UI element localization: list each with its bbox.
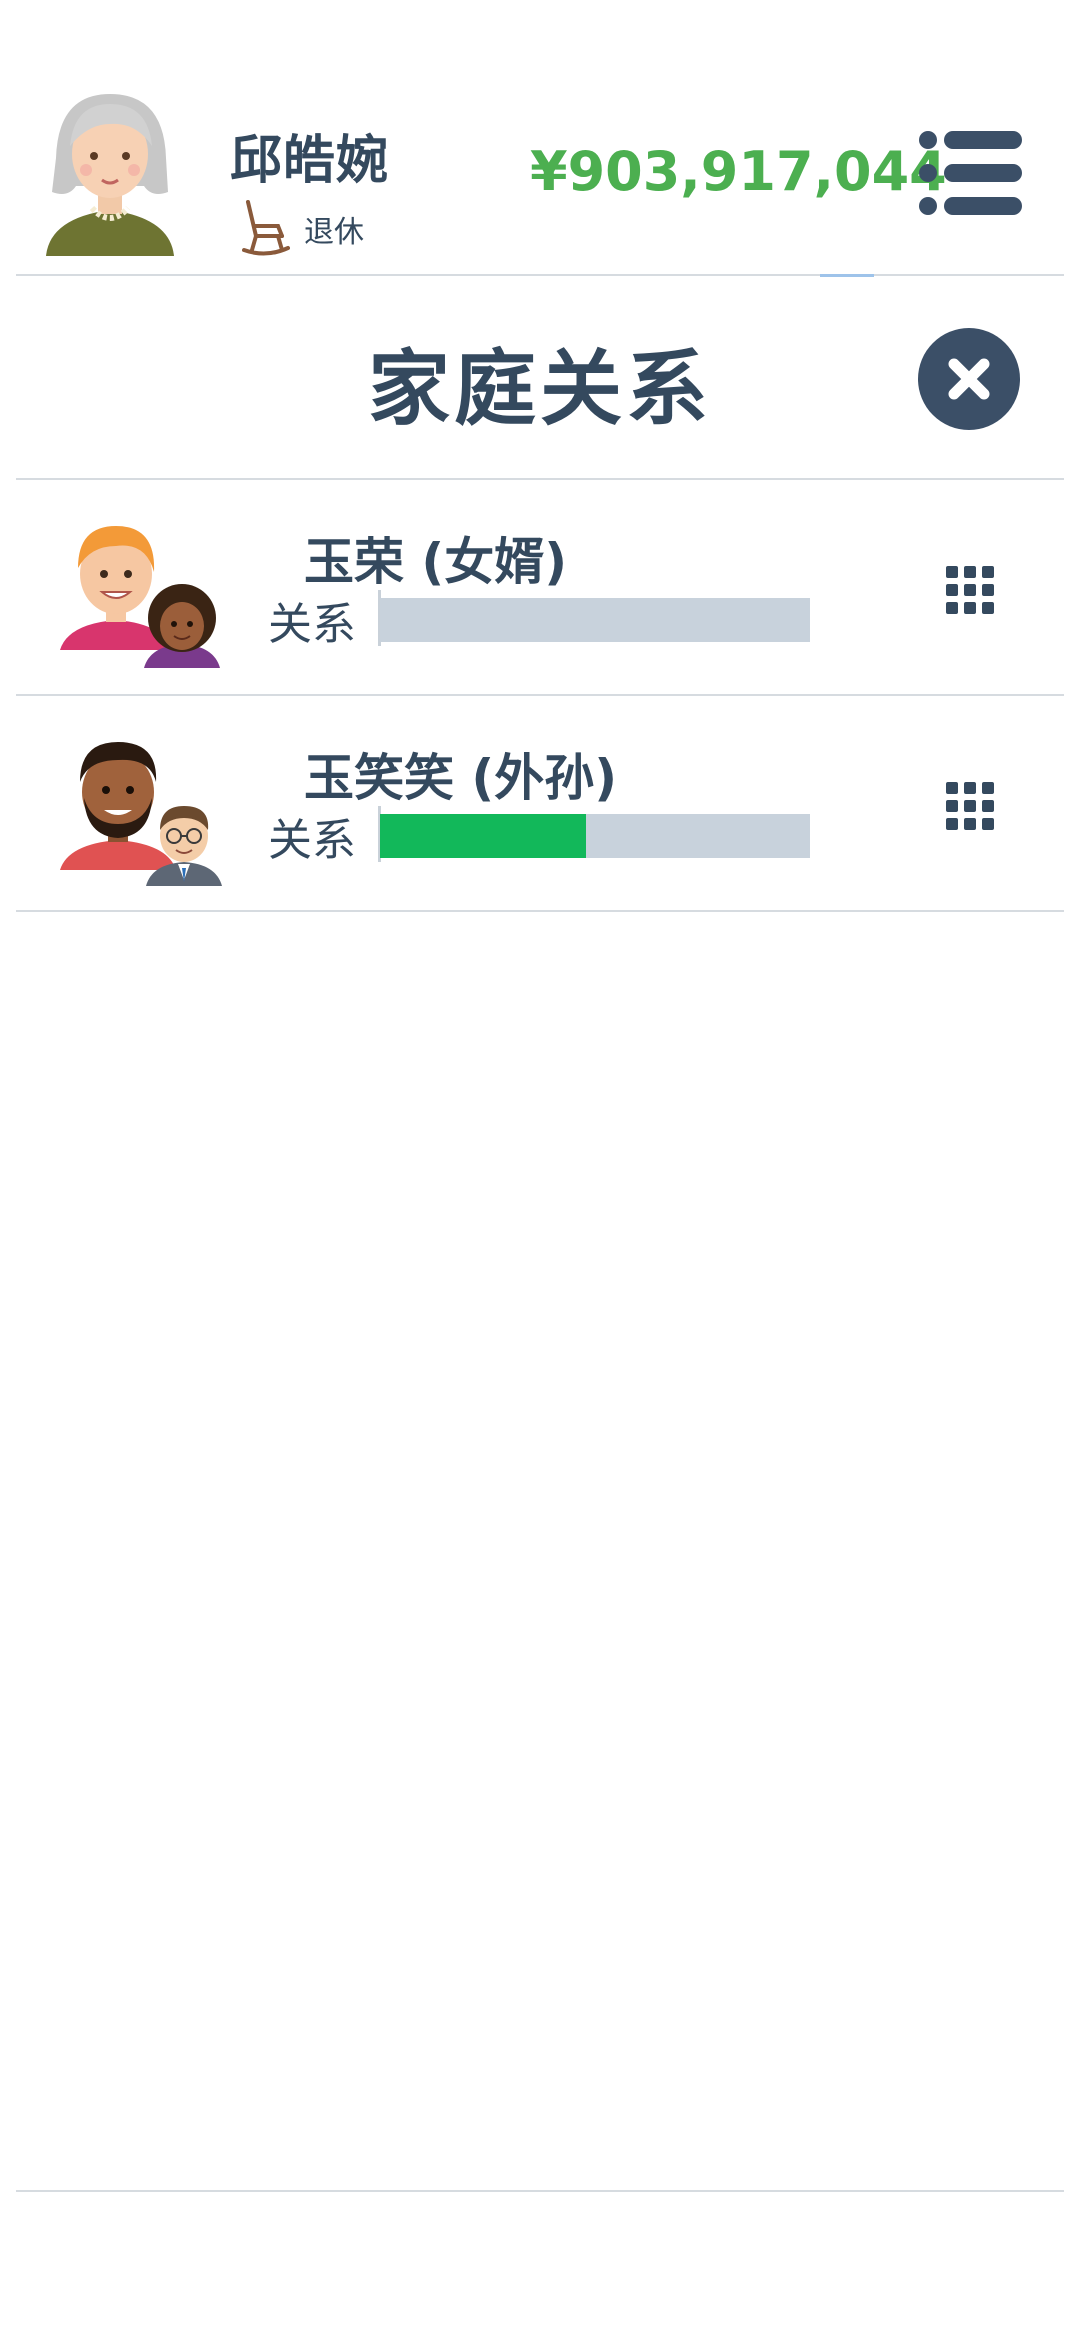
close-button[interactable] xyxy=(918,328,1020,430)
row-divider xyxy=(16,910,1064,912)
close-icon xyxy=(948,358,990,400)
relation-label: 关系 xyxy=(268,815,356,866)
grid-icon[interactable] xyxy=(944,564,996,616)
header: 邱皓婉 退休 ¥903,917,044 xyxy=(0,0,1080,277)
bottom-divider xyxy=(16,2190,1064,2192)
relation-row[interactable]: 玉荣 (女婿) 关系 xyxy=(16,480,1064,696)
player-avatar[interactable] xyxy=(40,88,180,258)
relation-bar-fill xyxy=(380,814,587,858)
header-accent xyxy=(820,274,874,277)
relation-bar xyxy=(380,814,810,858)
family-avatar-icon xyxy=(60,742,222,886)
money-display: ¥903,917,044 xyxy=(530,140,947,203)
player-name: 邱皓婉 xyxy=(230,131,390,191)
rocking-chair-icon xyxy=(242,200,290,256)
family-avatar-icon xyxy=(60,526,220,668)
list-menu-icon[interactable] xyxy=(918,130,1024,216)
screen: 邱皓婉 退休 ¥903,917,044 家庭关系 玉荣 (女婿) 关系 玉笑笑 … xyxy=(0,0,1080,2340)
relation-name: 玉荣 (女婿) xyxy=(304,533,568,591)
status-row: 退休 xyxy=(242,198,364,260)
relation-row[interactable]: 玉笑笑 (外孙) 关系 xyxy=(16,696,1064,912)
grid-icon[interactable] xyxy=(944,780,996,832)
relation-label: 关系 xyxy=(268,599,356,650)
relation-bar xyxy=(380,598,810,642)
relation-name: 玉笑笑 (外孙) xyxy=(304,749,618,807)
header-divider xyxy=(16,274,1064,276)
status-label: 退休 xyxy=(304,215,364,250)
